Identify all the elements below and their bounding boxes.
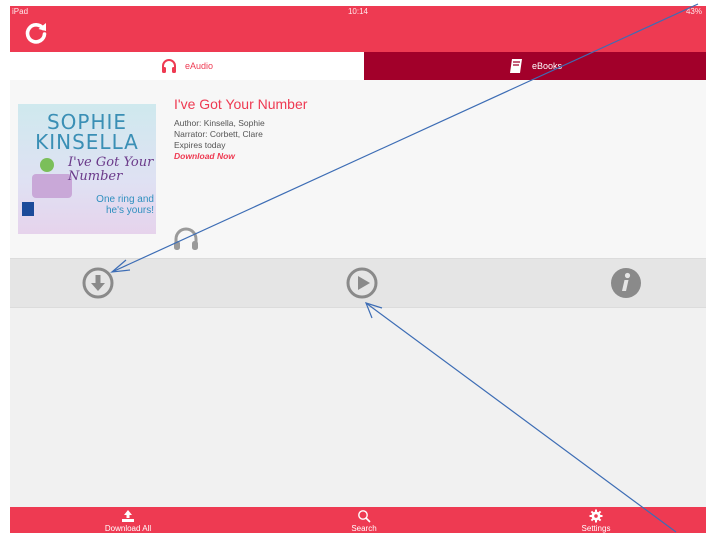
tab-ebooks[interactable]: eBooks — [364, 52, 706, 80]
search-label: Search — [351, 524, 377, 533]
download-now-link[interactable]: Download Now — [174, 151, 574, 162]
book-narrator: Narrator: Corbett, Clare — [174, 129, 263, 139]
headphones-icon — [161, 59, 176, 73]
status-battery: 43% — [685, 7, 702, 16]
download-all-button[interactable]: Download All — [88, 507, 168, 533]
tab-ebooks-label: eBooks — [531, 61, 563, 71]
book-author: Author: Kinsella, Sophie — [174, 118, 265, 128]
play-icon[interactable] — [346, 267, 378, 299]
settings-label: Settings — [581, 524, 611, 533]
settings-button[interactable]: Settings — [556, 507, 636, 533]
book-expiry: Expires today — [174, 140, 226, 150]
refresh-icon[interactable] — [24, 21, 48, 45]
top-bar: iPad 10:14 43% — [10, 6, 706, 52]
tab-eaudio[interactable]: eAudio — [10, 52, 364, 80]
cover-title: I've Got Your Number — [68, 155, 154, 184]
tab-eaudio-label: eAudio — [184, 61, 214, 71]
status-time: 10:14 — [347, 7, 369, 16]
book-cover[interactable]: SOPHIE KINSELLA I've Got Your Number One… — [18, 104, 156, 234]
book-list: SOPHIE KINSELLA I've Got Your Number One… — [10, 80, 706, 258]
publisher-logo — [22, 202, 34, 216]
download-all-icon — [122, 510, 134, 522]
audio-format-icon — [174, 227, 198, 250]
cover-author-last: KINSELLA — [35, 130, 139, 154]
search-button[interactable]: Search — [324, 507, 404, 533]
bottom-nav: Download All Search Settings — [10, 507, 706, 533]
book-action-bar — [10, 258, 706, 308]
download-arrow-icon[interactable] — [82, 267, 114, 299]
book-details: I've Got Your Number Author: Kinsella, S… — [174, 96, 574, 162]
book-title[interactable]: I've Got Your Number — [174, 96, 574, 112]
info-icon[interactable] — [610, 267, 642, 299]
cover-tagline: One ring and he's yours! — [96, 194, 154, 216]
app-window: iPad 10:14 43% eAudio eBooks SOPHIE KINS… — [10, 6, 706, 533]
media-tabs: eAudio eBooks — [10, 52, 706, 80]
search-icon — [358, 510, 371, 523]
cover-typewriter-art — [32, 174, 72, 198]
cover-flower-art — [40, 158, 54, 172]
download-all-label: Download All — [104, 524, 152, 533]
book-icon — [509, 59, 522, 73]
gear-icon — [589, 509, 603, 523]
